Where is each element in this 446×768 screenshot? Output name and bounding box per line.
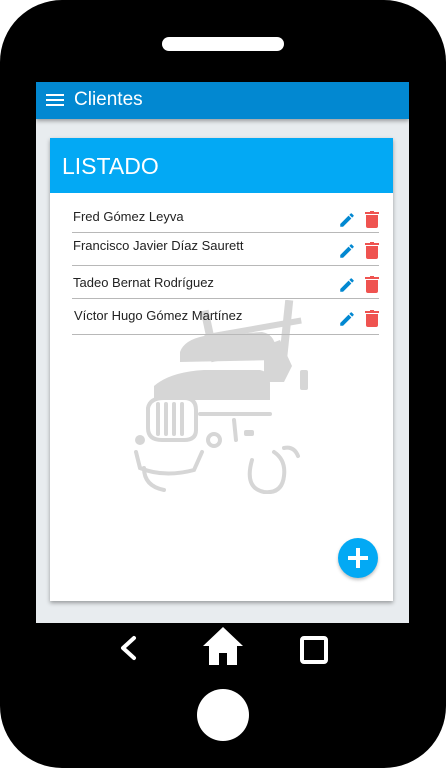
client-name: Víctor Hugo Gómez Martínez (74, 308, 243, 323)
list-item[interactable]: Tadeo Bernat Rodríguez (72, 266, 379, 299)
home-icon[interactable] (203, 627, 243, 665)
client-name: Tadeo Bernat Rodríguez (73, 275, 214, 290)
home-button[interactable] (197, 689, 249, 741)
trash-icon[interactable] (365, 276, 379, 293)
clients-card: LISTADO Fred Gómez Leyva Francisco Javie… (50, 138, 393, 601)
trash-icon[interactable] (365, 211, 379, 228)
list-item[interactable]: Francisco Javier Díaz Saurett (72, 233, 379, 266)
pencil-icon[interactable] (338, 242, 356, 260)
app-title: Clientes (74, 89, 143, 110)
card-title: LISTADO (62, 153, 159, 179)
add-client-button[interactable] (338, 538, 378, 578)
list-item[interactable]: Fred Gómez Leyva (72, 200, 379, 233)
app-screen: Clientes LISTADO Fred Gómez Leyva Franci… (36, 82, 409, 623)
pencil-icon[interactable] (338, 310, 356, 328)
client-name: Francisco Javier Díaz Saurett (73, 238, 244, 253)
trash-icon[interactable] (365, 242, 379, 259)
plus-icon (348, 548, 368, 568)
list-item[interactable]: Víctor Hugo Gómez Martínez (72, 299, 379, 335)
client-name: Fred Gómez Leyva (73, 209, 184, 224)
phone-speaker (162, 37, 284, 51)
trash-icon[interactable] (365, 310, 379, 327)
recents-icon[interactable] (300, 636, 328, 664)
pencil-icon[interactable] (338, 276, 356, 294)
back-icon[interactable] (118, 635, 138, 661)
card-header: LISTADO (50, 138, 393, 193)
app-bar: Clientes (36, 82, 409, 119)
clients-list: Fred Gómez Leyva Francisco Javier Díaz S… (72, 200, 379, 335)
phone-frame: Clientes LISTADO Fred Gómez Leyva Franci… (0, 0, 446, 768)
pencil-icon[interactable] (338, 211, 356, 229)
menu-icon[interactable] (46, 93, 64, 107)
